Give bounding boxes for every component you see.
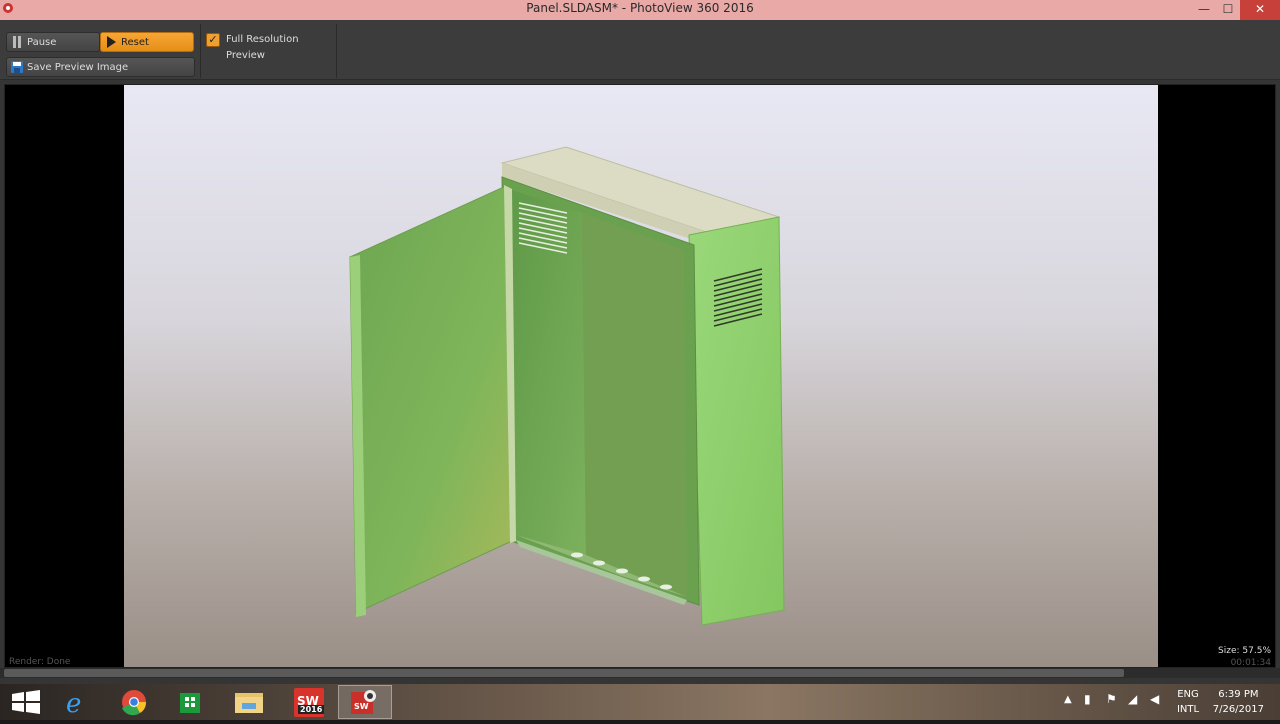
- taskbar-file-explorer[interactable]: [222, 685, 276, 719]
- taskbar-chrome[interactable]: [108, 685, 162, 719]
- window-title: Panel.SLDASM* - PhotoView 360 2016: [526, 1, 754, 15]
- language-label: ENG: [1177, 689, 1199, 700]
- windows-logo-icon: [12, 690, 40, 714]
- chrome-icon: [122, 690, 147, 716]
- volume-icon[interactable]: ◀: [1150, 692, 1159, 706]
- title-bar[interactable]: Panel.SLDASM* - PhotoView 360 2016 — ☐ ✕: [0, 0, 1280, 20]
- pause-label: Pause: [27, 37, 57, 48]
- store-icon: [180, 693, 200, 713]
- reset-button[interactable]: Reset: [100, 32, 194, 52]
- start-button[interactable]: [0, 685, 54, 719]
- action-center-flag-icon[interactable]: ⚑: [1106, 692, 1117, 706]
- rendered-image: [124, 85, 1158, 667]
- system-tray: ▲ ▮ ⚑ ◢ ◀: [1060, 684, 1180, 720]
- minimize-button[interactable]: —: [1192, 0, 1216, 20]
- scrollbar-thumb[interactable]: [4, 669, 1124, 677]
- clock-date: 7/26/2017: [1212, 704, 1264, 715]
- full-resolution-preview-label: Full Resolution Preview: [226, 34, 299, 61]
- save-preview-image-label: Save Preview Image: [27, 62, 129, 73]
- svg-text:e: e: [66, 689, 81, 719]
- taskbar-photoview-360[interactable]: SW: [338, 685, 392, 719]
- taskbar-clock[interactable]: 6:39 PM 7/26/2017: [1213, 687, 1264, 717]
- preview-toolbar: Pause Reset Save Preview Image ✓ Full Re…: [0, 20, 1280, 80]
- pause-icon: [13, 36, 21, 48]
- keyboard-layout-label: INTL: [1176, 704, 1200, 715]
- pause-button[interactable]: Pause: [6, 32, 100, 52]
- cabinet-render: [349, 146, 785, 626]
- reset-label: Reset: [121, 37, 149, 48]
- photoview-icon: SW: [351, 690, 376, 714]
- render-viewport[interactable]: Render: Done Size: 57.5% 00:01:34: [4, 84, 1276, 668]
- render-status: Render: Done: [9, 657, 71, 667]
- taskbar-solidworks[interactable]: SW 2016: [282, 685, 336, 719]
- input-language-indicator[interactable]: ENG INTL: [1170, 687, 1206, 723]
- floppy-disk-icon: [11, 61, 23, 73]
- checkbox-checked-icon[interactable]: ✓: [206, 33, 220, 47]
- render-size: Size: 57.5%: [1218, 646, 1271, 656]
- folder-icon: [235, 693, 263, 713]
- battery-icon[interactable]: ▮: [1084, 692, 1091, 706]
- clock-time: 6:39 PM: [1218, 689, 1259, 700]
- wifi-signal-icon[interactable]: ◢: [1128, 692, 1137, 706]
- internet-explorer-icon: e: [66, 689, 81, 719]
- maximize-button[interactable]: ☐: [1216, 0, 1240, 20]
- windows-taskbar: e SW 2016 SW ▲ ▮ ⚑ ◢ ◀ ENG INTL 6:39 PM …: [0, 684, 1280, 720]
- taskbar-store[interactable]: [164, 685, 218, 719]
- play-icon: [107, 36, 116, 48]
- solidworks-version-badge: 2016: [298, 705, 325, 714]
- render-info: Size: 57.5% 00:01:34: [1218, 645, 1271, 669]
- show-hidden-icons-chevron-icon[interactable]: ▲: [1064, 694, 1072, 705]
- full-resolution-preview-toggle[interactable]: ✓ Full Resolution Preview: [206, 32, 336, 61]
- preview-options-group: ✓ Full Resolution Preview: [201, 24, 337, 78]
- photoview-window: Panel.SLDASM* - PhotoView 360 2016 — ☐ ✕…: [0, 0, 1280, 684]
- render-controls-group: Pause Reset Save Preview Image: [0, 24, 201, 78]
- close-button[interactable]: ✕: [1240, 0, 1280, 20]
- svg-text:SW: SW: [354, 702, 369, 711]
- taskbar-internet-explorer[interactable]: e: [50, 685, 104, 719]
- save-preview-image-button[interactable]: Save Preview Image: [6, 57, 195, 77]
- horizontal-scrollbar[interactable]: [0, 668, 1280, 678]
